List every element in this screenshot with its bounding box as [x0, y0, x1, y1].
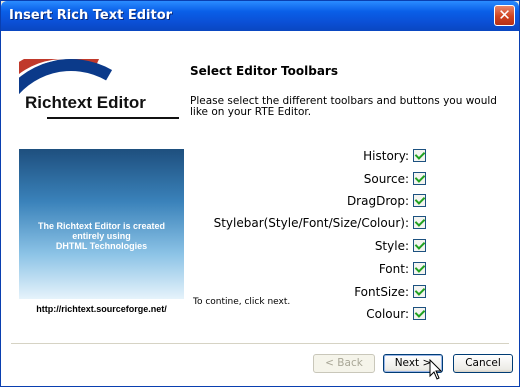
checkbox-history[interactable]: [413, 149, 426, 162]
close-icon: ✕: [498, 6, 511, 24]
banner-description-line: The Richtext Editor is created: [37, 221, 166, 231]
checkbox-source[interactable]: [413, 172, 426, 185]
option-label-fontsize: FontSize:: [354, 285, 409, 299]
title-bar[interactable]: Insert Rich Text Editor ✕: [1, 1, 519, 31]
banner-description-line: DHTML Technologies: [55, 241, 148, 251]
checkbox-dragdrop[interactable]: [413, 194, 426, 207]
option-label-colour: Colour:: [366, 307, 409, 321]
option-label-stylebar: Stylebar(Style/Font/Size/Colour):: [213, 216, 409, 230]
cancel-button[interactable]: Cancel: [453, 354, 513, 373]
checkbox-fontsize[interactable]: [413, 285, 426, 298]
banner-image: Richtext Editor The Richtext Editor is c…: [19, 59, 184, 321]
banner-description: The Richtext Editor is created entirely …: [19, 221, 184, 251]
option-label-dragdrop: DragDrop:: [346, 194, 409, 208]
option-label-font: Font:: [378, 262, 409, 276]
banner-logo-area: Richtext Editor: [19, 59, 184, 243]
checkbox-colour[interactable]: [413, 307, 426, 320]
checkbox-style[interactable]: [413, 239, 426, 252]
page-heading: Select Editor Toolbars: [190, 64, 338, 78]
dialog-window: Insert Rich Text Editor ✕ Richtext Edito…: [0, 0, 520, 387]
banner-logo-underline: [47, 117, 179, 119]
footer-divider: [11, 343, 509, 344]
continue-hint: To contine, click next.: [193, 297, 291, 307]
close-button[interactable]: ✕: [494, 5, 515, 26]
checkbox-font[interactable]: [413, 262, 426, 275]
window-title: Insert Rich Text Editor: [9, 8, 173, 23]
option-label-style: Style:: [374, 239, 409, 253]
option-label-history: History:: [363, 149, 409, 163]
banner-logo-text: Richtext Editor: [25, 93, 146, 112]
banner-url: http://richtext.sourceforge.net/: [36, 304, 167, 314]
option-label-source: Source:: [363, 172, 409, 186]
page-description: Please select the different toolbars and…: [190, 95, 497, 118]
banner-description-line: entirely using: [72, 231, 131, 241]
back-button[interactable]: < Back: [313, 354, 375, 373]
pointer-cursor-icon: [429, 359, 443, 380]
checkbox-stylebar[interactable]: [413, 216, 426, 229]
